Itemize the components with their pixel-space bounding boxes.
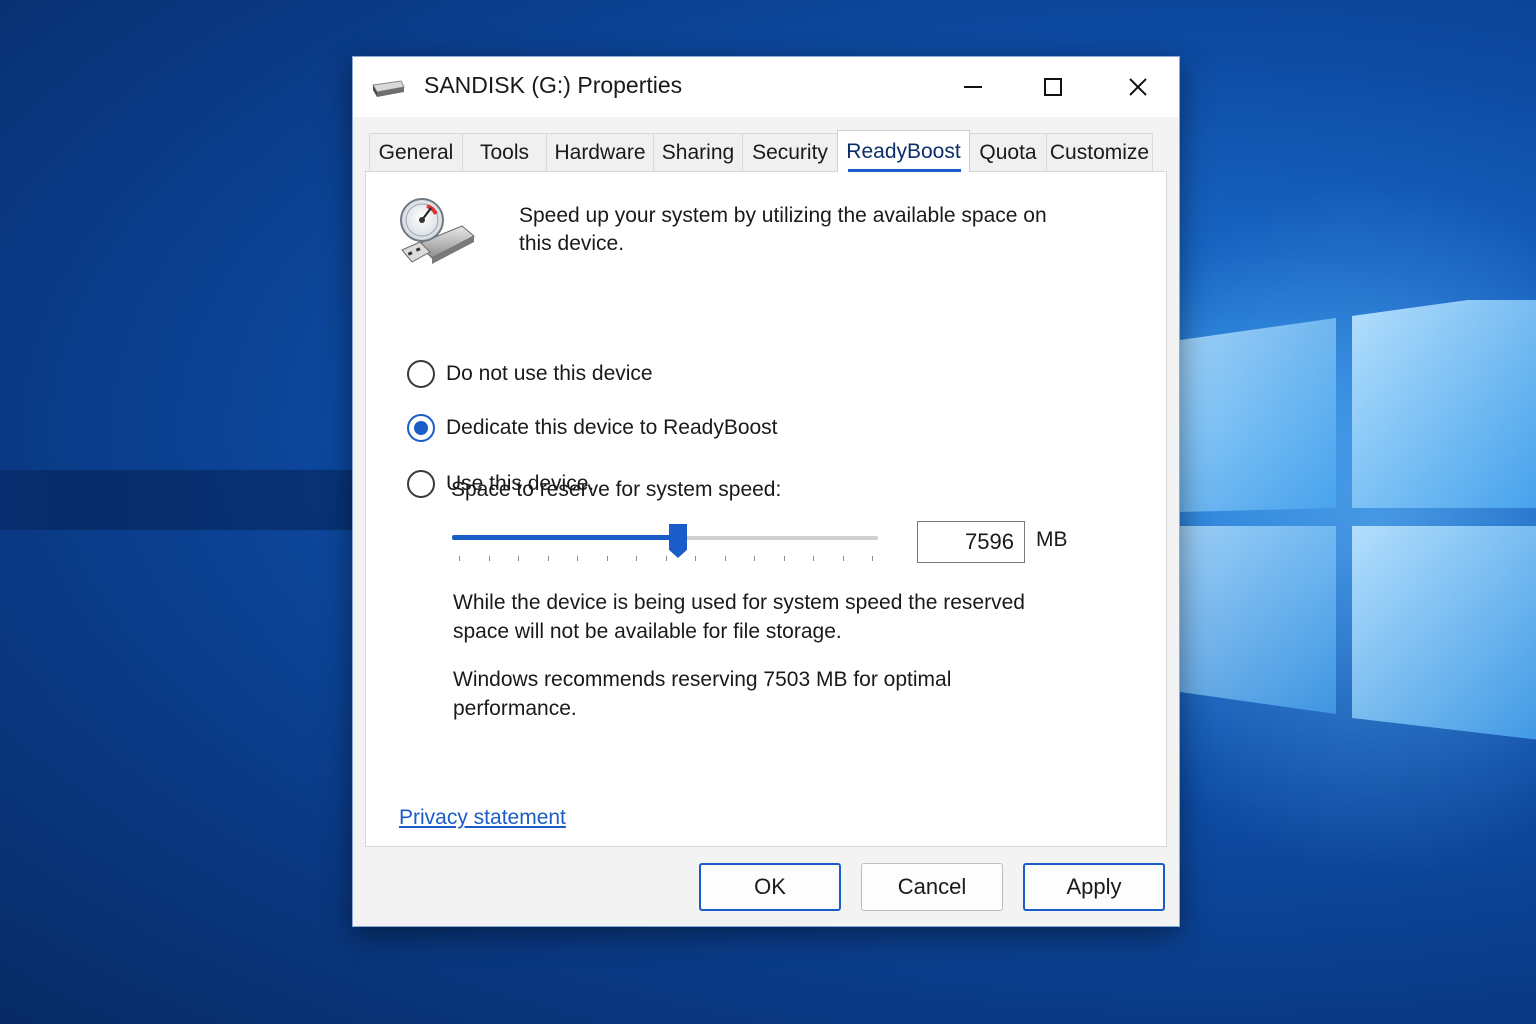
readyboost-panel: Speed up your system by utilizing the av…	[365, 171, 1167, 847]
slider-tick	[665, 556, 667, 561]
slider-tick	[754, 556, 755, 561]
tab-general[interactable]: General	[369, 133, 463, 171]
window-title: SANDISK (G:) Properties	[424, 72, 683, 98]
radio-button-selected[interactable]	[407, 414, 435, 442]
tab-strip: General Tools Hardware Sharing Security …	[369, 130, 1159, 173]
ok-button[interactable]: OK	[699, 863, 841, 911]
slider-tick	[577, 556, 578, 561]
slider-tick	[695, 556, 696, 561]
slider-tick	[872, 556, 873, 561]
maximize-icon	[1044, 78, 1062, 96]
windows-logo-icon	[1180, 300, 1536, 760]
slider-tick	[606, 556, 608, 561]
slider-ticks	[452, 556, 873, 562]
tab-sharing[interactable]: Sharing	[653, 133, 743, 171]
tab-quota[interactable]: Quota	[969, 133, 1047, 171]
tab-hardware[interactable]: Hardware	[546, 133, 654, 171]
privacy-statement-link[interactable]: Privacy statement	[399, 806, 566, 830]
minimize-button[interactable]	[943, 65, 1003, 109]
close-button[interactable]	[1108, 65, 1168, 109]
slider-tick	[783, 556, 785, 561]
storage-note: While the device is being used for syste…	[453, 591, 1025, 643]
close-icon	[1129, 78, 1147, 96]
option-dedicate[interactable]: Dedicate this device to ReadyBoost	[407, 414, 778, 442]
slider-tick	[547, 556, 549, 561]
readyboost-intro-text: Speed up your system by utilizing the av…	[519, 204, 1047, 255]
readyboost-usb-gauge-icon	[396, 198, 476, 274]
cancel-button[interactable]: Cancel	[861, 863, 1003, 911]
slider-thumb[interactable]	[669, 524, 687, 558]
slider-tick	[724, 556, 726, 561]
tab-readyboost[interactable]: ReadyBoost	[837, 130, 970, 172]
radio-label: Dedicate this device to ReadyBoost	[446, 416, 778, 439]
radio-dot-icon	[414, 421, 428, 435]
apply-button[interactable]: Apply	[1023, 863, 1165, 911]
slider-fill	[452, 535, 678, 540]
maximize-button[interactable]	[1023, 65, 1083, 109]
properties-dialog: SANDISK (G:) Properties General Tools Ha…	[352, 56, 1180, 927]
reserve-space-label: Space to reserve for system speed:	[451, 478, 782, 501]
option-do-not-use[interactable]: Do not use this device	[407, 360, 653, 388]
tab-security[interactable]: Security	[742, 133, 838, 171]
title-bar[interactable]: SANDISK (G:) Properties	[353, 57, 1179, 117]
tab-tools[interactable]: Tools	[462, 133, 547, 171]
reserve-space-slider[interactable]	[452, 522, 880, 562]
slider-tick	[518, 556, 519, 561]
slider-tick	[459, 556, 460, 561]
tab-customize[interactable]: Customize	[1046, 133, 1153, 171]
radio-button[interactable]	[407, 360, 435, 388]
radio-button[interactable]	[407, 470, 435, 498]
slider-tick	[842, 556, 844, 561]
reserve-size-unit: MB	[1036, 528, 1068, 551]
slider-tick	[488, 556, 490, 561]
reserve-size-input[interactable]: 7596	[917, 521, 1025, 563]
slider-tick	[636, 556, 637, 561]
radio-label: Do not use this device	[446, 362, 653, 385]
drive-icon	[371, 77, 405, 99]
active-tab-indicator	[848, 169, 961, 172]
minimize-icon	[964, 86, 982, 88]
recommendation-note: Windows recommends reserving 7503 MB for…	[453, 668, 952, 720]
slider-tick	[813, 556, 814, 561]
